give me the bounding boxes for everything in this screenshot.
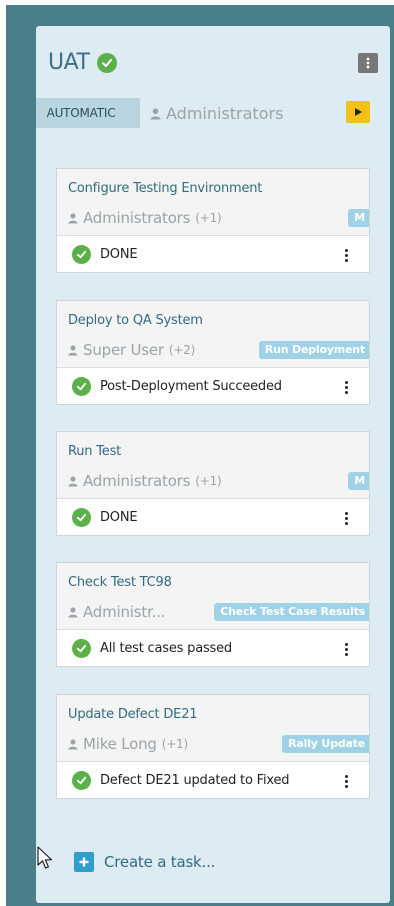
task-status-text: All test cases passed — [100, 641, 232, 656]
phase-menu-button[interactable] — [358, 53, 378, 73]
user-icon — [68, 739, 78, 749]
task-owner: Administrators (+1) — [68, 472, 222, 490]
task-owner: Administrators (+1) — [68, 209, 222, 227]
phase-owner: Administrators — [150, 104, 283, 123]
phase-column-uat: UAT AUTOMATIC Administrators Configure T… — [36, 26, 390, 903]
board-background: UAT AUTOMATIC Administrators Configure T… — [6, 5, 394, 906]
task-status-text: Defect DE21 updated to Fixed — [100, 773, 290, 788]
task-card[interactable]: Configure Testing Environment Administra… — [56, 168, 370, 273]
task-owner-name: Super User — [83, 341, 164, 359]
create-task-label: Create a task... — [104, 853, 216, 871]
task-owner-extra: (+2) — [168, 343, 196, 357]
task-status-row: Defect DE21 updated to Fixed — [57, 761, 369, 798]
check-circle-icon — [72, 508, 91, 527]
task-title[interactable]: Deploy to QA System — [68, 313, 203, 328]
task-owner-extra: (+1) — [161, 737, 189, 751]
task-type-label: M — [348, 209, 369, 227]
task-title[interactable]: Run Test — [68, 444, 121, 459]
phase-title: UAT — [48, 50, 90, 75]
automatic-tag: AUTOMATIC — [36, 98, 140, 128]
task-status-row: All test cases passed — [57, 629, 369, 666]
plus-icon — [74, 852, 94, 872]
phase-owner-name: Administrators — [166, 104, 284, 123]
task-card[interactable]: Deploy to QA System Super User (+2) Run … — [56, 300, 370, 405]
user-icon — [68, 345, 78, 355]
user-icon — [150, 108, 161, 119]
task-status-text: DONE — [100, 247, 138, 262]
user-icon — [68, 213, 78, 223]
task-owner: Administr... — [68, 603, 170, 621]
task-owner-name: Administr... — [83, 603, 166, 621]
user-icon — [68, 476, 78, 486]
task-card[interactable]: Update Defect DE21 Mike Long (+1) Rally … — [56, 694, 370, 799]
task-owner: Mike Long (+1) — [68, 735, 188, 753]
task-status-text: DONE — [100, 510, 138, 525]
task-menu-button[interactable] — [343, 772, 349, 790]
mouse-pointer-icon — [37, 846, 53, 869]
check-circle-icon — [72, 377, 91, 396]
phase-header: UAT — [48, 50, 118, 75]
kebab-menu-icon — [366, 57, 370, 69]
task-menu-button[interactable] — [343, 246, 349, 264]
task-card[interactable]: Run Test Administrators (+1) M DONE — [56, 431, 370, 536]
task-menu-button[interactable] — [343, 640, 349, 658]
task-owner-name: Mike Long — [83, 735, 157, 753]
task-status-text: Post-Deployment Succeeded — [100, 379, 282, 394]
task-owner-name: Administrators — [83, 209, 191, 227]
task-menu-button[interactable] — [343, 509, 349, 527]
task-title[interactable]: Update Defect DE21 — [68, 707, 198, 722]
play-icon — [355, 108, 362, 116]
task-type-label: Check Test Case Results — [214, 603, 369, 621]
task-owner: Super User (+2) — [68, 341, 195, 359]
task-card[interactable]: Check Test TC98 Administr... Check Test … — [56, 562, 370, 667]
task-title[interactable]: Configure Testing Environment — [68, 181, 262, 196]
task-owner-name: Administrators — [83, 472, 191, 490]
create-task-button[interactable]: Create a task... — [74, 852, 215, 872]
task-status-row: Post-Deployment Succeeded — [57, 367, 369, 404]
task-type-label: Rally Update — [282, 735, 369, 753]
task-status-row: DONE — [57, 235, 369, 272]
check-circle-icon — [72, 639, 91, 658]
check-circle-icon — [72, 245, 91, 264]
task-type-label: M — [348, 472, 369, 490]
task-owner-extra: (+1) — [195, 474, 222, 488]
check-circle-icon — [97, 52, 118, 73]
task-type-label: Run Deployment — [258, 341, 369, 359]
task-title[interactable]: Check Test TC98 — [68, 575, 172, 590]
user-icon — [68, 607, 78, 617]
task-owner-extra: (+1) — [195, 211, 222, 225]
check-circle-icon — [72, 771, 91, 790]
task-menu-button[interactable] — [343, 378, 349, 396]
task-status-row: DONE — [57, 498, 369, 535]
start-phase-button[interactable] — [346, 101, 370, 123]
